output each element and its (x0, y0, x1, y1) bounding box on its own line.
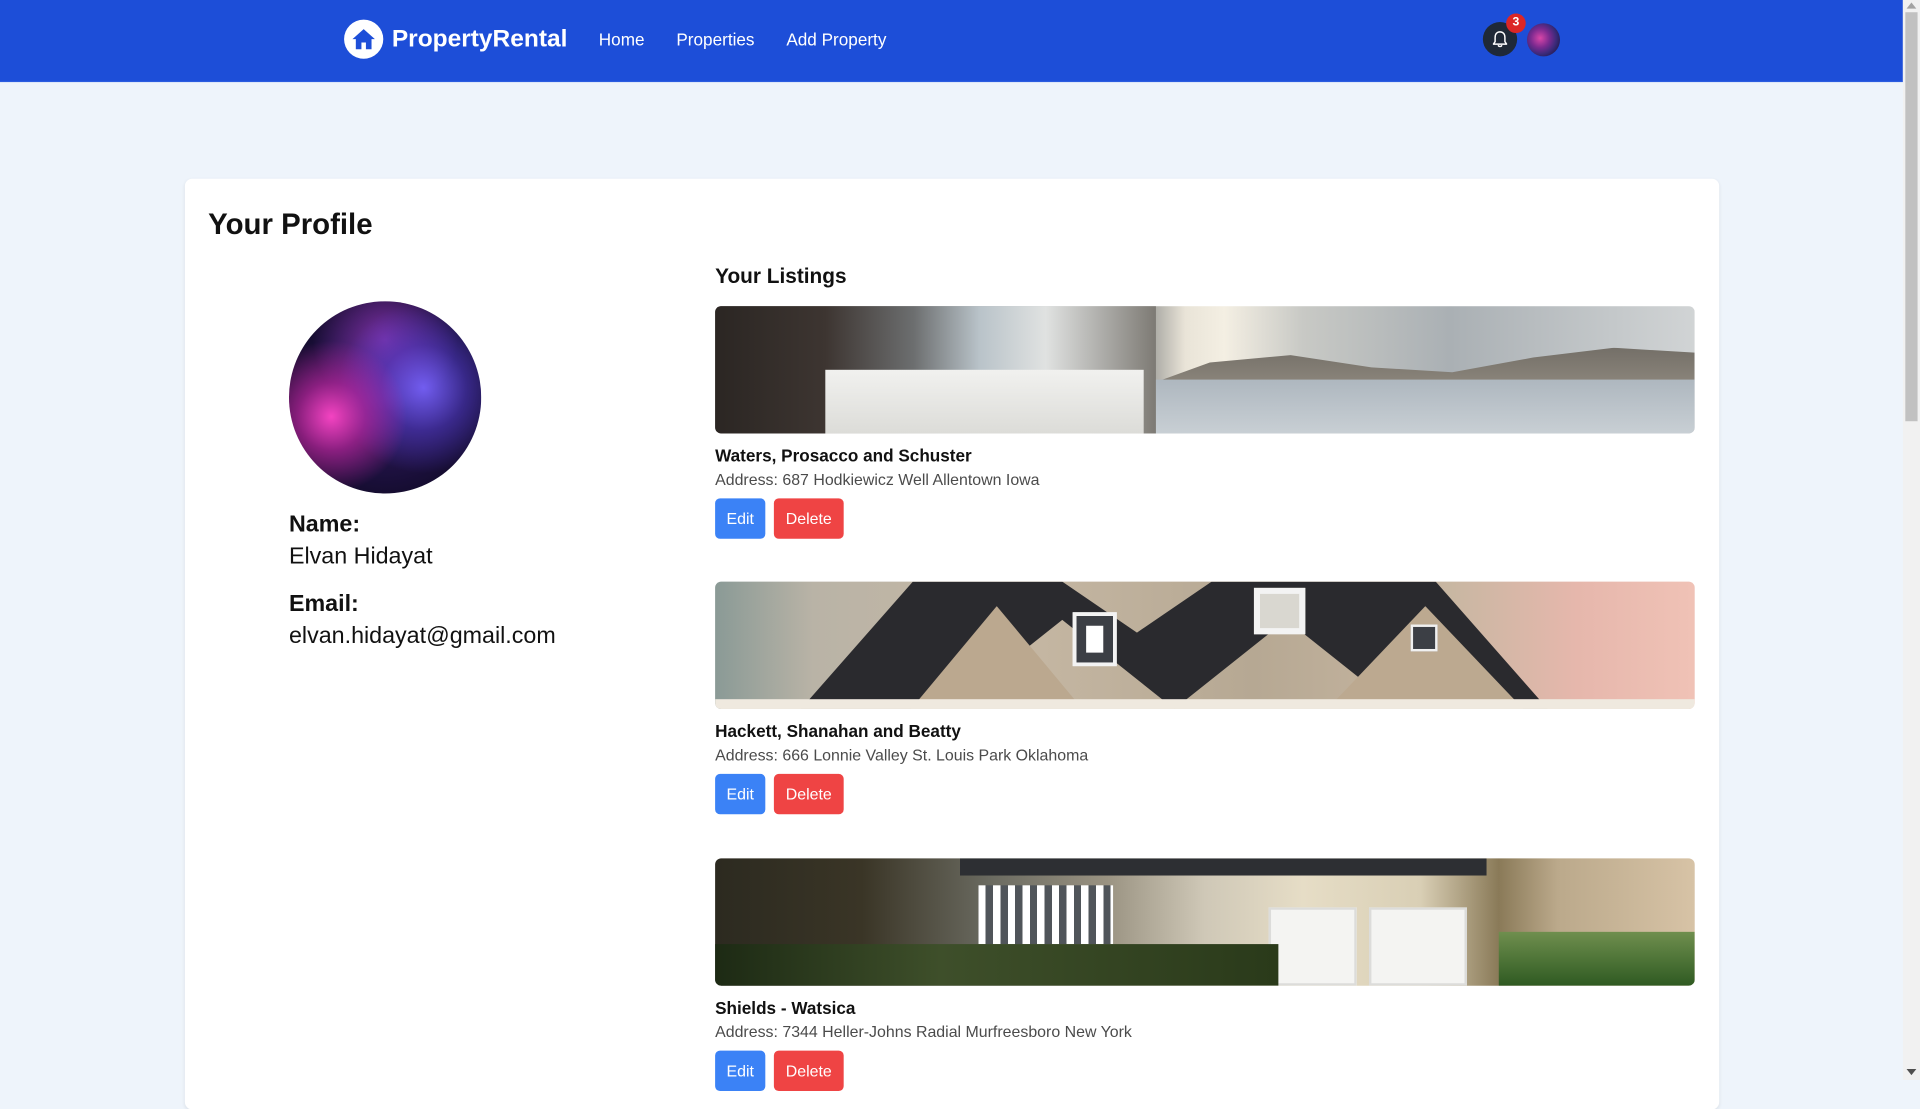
edit-button[interactable]: Edit (715, 773, 766, 815)
notification-badge: 3 (1506, 13, 1526, 34)
nav-link-add-property[interactable]: Add Property (786, 27, 886, 51)
listing-address: Address: 666 Lonnie Valley St. Louis Par… (715, 745, 1089, 765)
viewport: PropertyRental Home Properties Add Prope… (0, 0, 1920, 1109)
listing-actions: Edit Delete (715, 773, 1695, 815)
brand-name: PropertyRental (391, 25, 568, 53)
listing-image (715, 306, 1695, 434)
email-label: Email: (288, 591, 359, 618)
name-label: Name: (288, 511, 361, 538)
profile-avatar (288, 301, 482, 494)
nav-link-home[interactable]: Home (599, 27, 645, 51)
scrollbar-thumb[interactable] (1905, 12, 1918, 422)
listing-image (715, 581, 1695, 709)
bell-icon (1492, 31, 1508, 48)
listing-name: Shields - Watsica (715, 997, 856, 1018)
listing-image (715, 858, 1695, 986)
listing-name: Hackett, Shanahan and Beatty (715, 721, 961, 741)
brand[interactable]: PropertyRental (344, 19, 568, 59)
nav-links: Home Properties Add Property (599, 27, 918, 51)
nav-link-properties[interactable]: Properties (676, 27, 754, 51)
listing-address: Address: 687 Hodkiewicz Well Allentown I… (715, 470, 1040, 489)
scroll-up-arrow-icon[interactable] (1906, 2, 1917, 9)
email-value: elvan.hidayat@gmail.com (288, 623, 556, 649)
profile-card: Your Profile Name: Elvan Hidayat Email: … (184, 178, 1720, 1109)
home-icon (344, 19, 384, 59)
name-value: Elvan Hidayat (288, 543, 433, 570)
listing-actions: Edit Delete (715, 1050, 1695, 1092)
listing-item: Shields - Watsica Address: 7344 Heller-J… (715, 858, 1695, 1092)
delete-button[interactable]: Delete (773, 773, 844, 815)
edit-button[interactable]: Edit (715, 1050, 766, 1092)
scroll-down-arrow-icon[interactable] (1906, 1068, 1917, 1076)
listing-item: Waters, Prosacco and Schuster Address: 6… (715, 306, 1695, 539)
listing-item: Hackett, Shanahan and Beatty Address: 66… (715, 581, 1695, 815)
listings-title: Your Listings (715, 264, 847, 288)
listing-name: Waters, Prosacco and Schuster (715, 445, 972, 466)
delete-button[interactable]: Delete (773, 498, 844, 539)
top-navbar: PropertyRental Home Properties Add Prope… (0, 0, 1903, 83)
page-title: Your Profile (208, 208, 373, 242)
listing-actions: Edit Delete (715, 498, 1695, 539)
listing-address: Address: 7344 Heller-Johns Radial Murfre… (715, 1022, 1132, 1041)
delete-button[interactable]: Delete (773, 1050, 844, 1092)
edit-button[interactable]: Edit (715, 498, 766, 539)
user-avatar[interactable] (1526, 23, 1561, 57)
